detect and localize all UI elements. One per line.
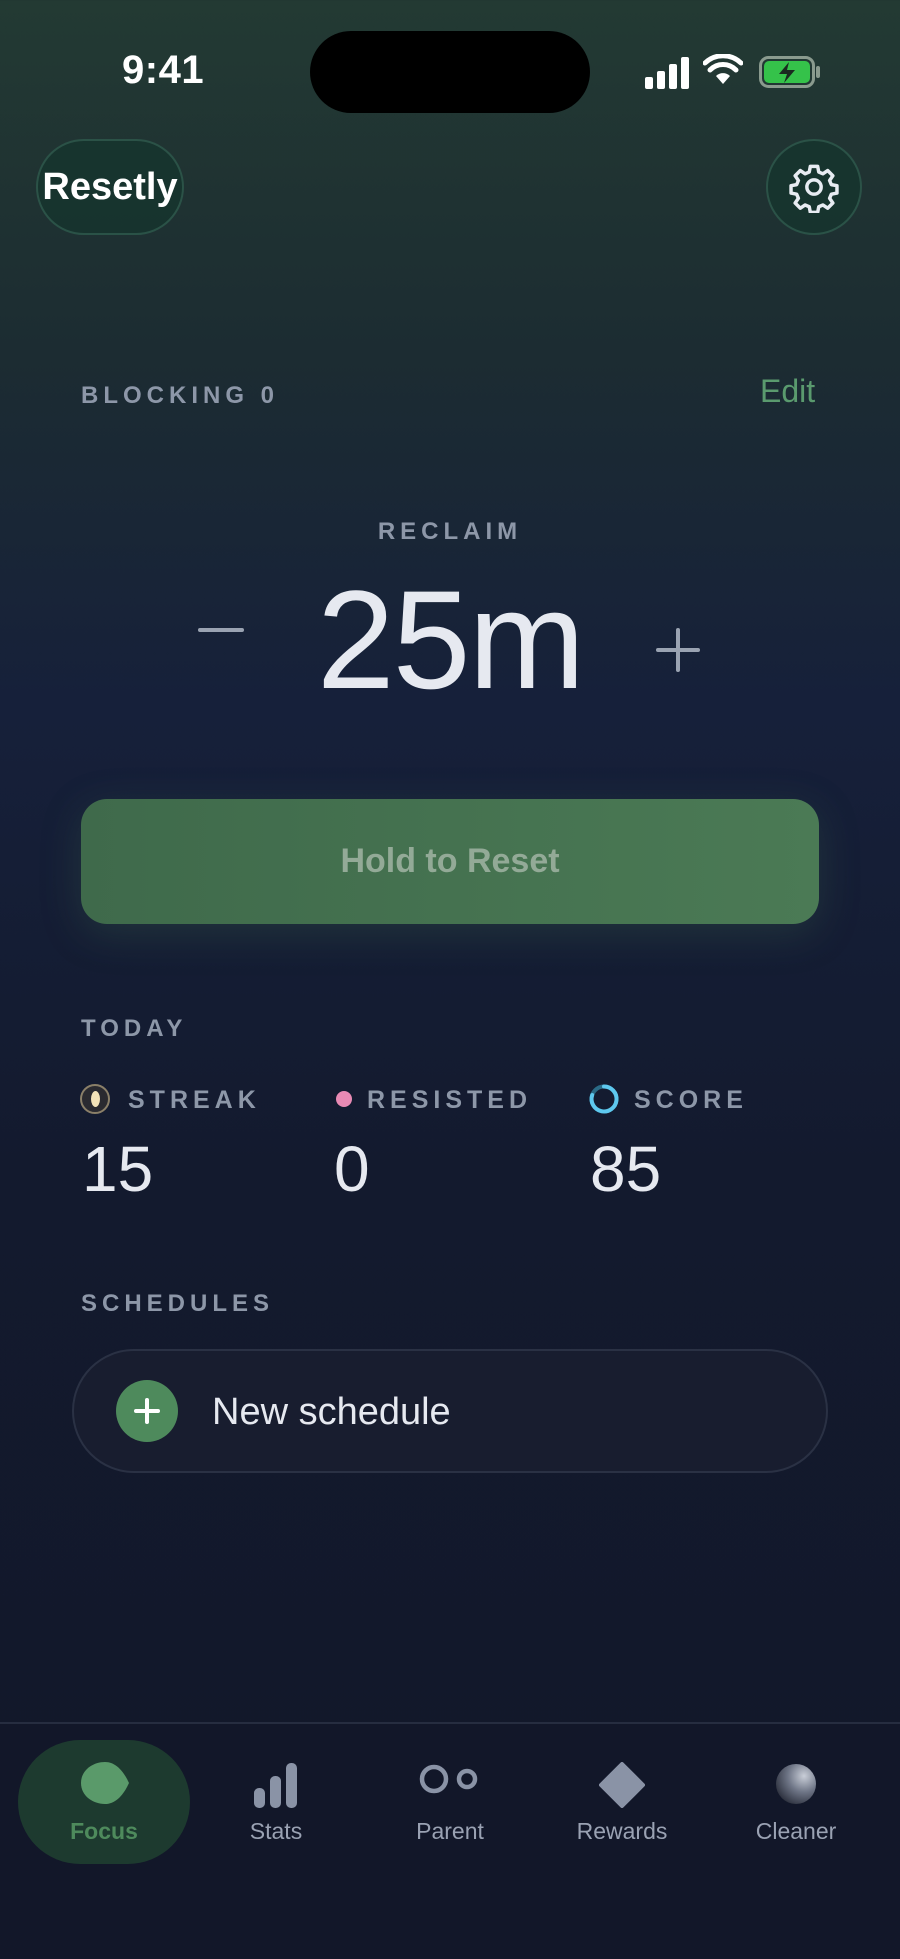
brand-pill[interactable]: Resetly <box>36 139 184 235</box>
tab-stats[interactable]: Stats <box>190 1740 362 1864</box>
streak-value: 15 <box>82 1133 154 1205</box>
battery-charging-icon <box>759 56 820 88</box>
gear-icon <box>789 164 839 213</box>
tab-label: Cleaner <box>755 1818 837 1844</box>
tab-focus[interactable]: Focus <box>18 1740 190 1864</box>
score-ring-icon <box>589 1084 619 1114</box>
status-time: 9:41 <box>122 48 205 92</box>
edit-blocking-link[interactable]: Edit <box>760 373 815 410</box>
tab-label: Stats <box>249 1818 303 1844</box>
streak-label: STREAK <box>128 1086 261 1114</box>
wifi-icon <box>703 54 743 84</box>
reclaim-duration: 25m <box>316 561 585 718</box>
schedules-heading: SCHEDULES <box>81 1290 275 1317</box>
settings-button[interactable] <box>766 139 862 235</box>
tab-rewards[interactable]: Rewards <box>536 1740 708 1864</box>
tab-label: Rewards <box>576 1818 668 1844</box>
resisted-label: RESISTED <box>367 1086 533 1114</box>
today-heading: TODAY <box>81 1015 188 1042</box>
new-schedule-label[interactable]: New schedule <box>212 1391 451 1434</box>
resisted-dot-icon <box>336 1091 352 1107</box>
egg-icon <box>80 1084 110 1114</box>
blocking-count-label: BLOCKING 0 <box>81 382 280 409</box>
reclaim-label: RECLAIM <box>377 518 523 545</box>
resisted-value: 0 <box>334 1133 370 1205</box>
add-schedule-icon[interactable] <box>116 1380 178 1442</box>
diamond-icon <box>599 1762 645 1808</box>
tab-label: Focus <box>70 1818 138 1844</box>
two-circles-icon <box>419 1764 478 1794</box>
plus-icon <box>134 1398 160 1424</box>
tab-label: Parent <box>416 1818 484 1844</box>
plus-icon-vertical[interactable] <box>676 628 680 672</box>
hold-to-reset-button[interactable]: Hold to Reset <box>81 799 819 924</box>
cellular-signal-icon <box>645 57 689 89</box>
tab-parent[interactable]: Parent <box>364 1740 536 1864</box>
hold-to-reset-label: Hold to Reset <box>340 842 560 880</box>
brand-name: Resetly <box>42 165 178 208</box>
dynamic-island <box>310 31 590 113</box>
score-label: SCORE <box>634 1086 748 1114</box>
leaf-icon <box>81 1762 129 1804</box>
score-value: 85 <box>590 1133 662 1205</box>
bar-chart-icon <box>254 1763 297 1808</box>
decrease-duration-button[interactable] <box>198 628 244 632</box>
tab-cleaner[interactable]: Cleaner <box>710 1740 882 1864</box>
sphere-icon <box>776 1764 816 1804</box>
